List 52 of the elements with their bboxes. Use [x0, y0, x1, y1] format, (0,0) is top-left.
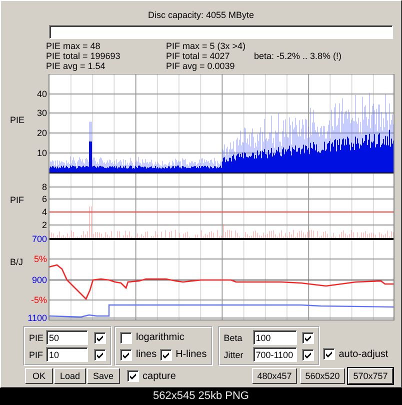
field-label: Beta: [224, 332, 244, 342]
checkbox[interactable]: [126, 370, 139, 382]
number-field[interactable]: 10: [46, 347, 88, 362]
axis-label: B/J: [10, 257, 24, 267]
stat-text: PIE total = 199693: [46, 51, 122, 61]
number-field[interactable]: 100: [252, 330, 297, 345]
checkbox[interactable]: [120, 348, 132, 360]
checkbox[interactable]: [160, 348, 172, 360]
action-button[interactable]: Load: [54, 368, 86, 384]
tick-label: 700: [32, 234, 47, 244]
checkbox-label: lines: [136, 349, 157, 360]
checkbox-label: logarithmic: [136, 332, 184, 343]
checkbox[interactable]: [302, 332, 314, 344]
tick-label: 10: [36, 148, 47, 158]
checkbox[interactable]: [94, 348, 106, 360]
stat-text: PIE avg = 1.54: [46, 61, 106, 71]
stat-text: PIE max = 48: [46, 41, 102, 51]
tick-label: 30: [36, 108, 47, 118]
stat-text: PIF total = 4027: [166, 51, 231, 61]
number-field[interactable]: 700-1100: [252, 347, 297, 362]
tick-label: 1100: [28, 313, 47, 322]
stat-text: beta: -5.2% .. 3.8% (!): [254, 51, 343, 61]
tick-label: 2: [42, 220, 47, 230]
checkbox-label: H-lines: [176, 349, 207, 360]
number-field[interactable]: 50: [46, 330, 88, 345]
size-button[interactable]: 560x520: [300, 368, 345, 384]
tick-label: 4: [42, 207, 47, 217]
tick-label: 6: [42, 194, 47, 204]
tick-label: 900: [32, 275, 47, 285]
checkbox-label: capture: [142, 370, 176, 382]
axis-label: PIF: [10, 195, 24, 205]
checkbox[interactable]: [94, 332, 106, 344]
size-button[interactable]: 480x457: [252, 368, 297, 384]
checkbox[interactable]: [120, 332, 132, 344]
disc-capacity: Disc capacity: 4055 MByte: [146, 9, 256, 22]
tick-label: 5%: [34, 254, 47, 264]
tick-label: -5%: [30, 295, 47, 305]
field-label: Jitter: [224, 350, 244, 360]
action-button[interactable]: Save: [87, 368, 120, 384]
checkbox[interactable]: [302, 348, 314, 360]
action-button[interactable]: OK: [25, 368, 53, 384]
field-label: PIE: [29, 332, 43, 342]
tick-label: 20: [36, 128, 47, 138]
stat-text: PIF avg = 0.0039: [166, 61, 236, 71]
field-label: PIF: [29, 350, 43, 360]
axis-label: PIE: [10, 115, 25, 125]
tick-label: 40: [36, 89, 47, 99]
checkbox-label: auto-adjust: [338, 348, 388, 360]
tick-label: 8: [42, 182, 47, 192]
stat-text: PIF max = 5 (3x >4): [166, 41, 247, 51]
size-button[interactable]: 570x757: [348, 368, 393, 384]
checkbox[interactable]: [322, 348, 335, 360]
